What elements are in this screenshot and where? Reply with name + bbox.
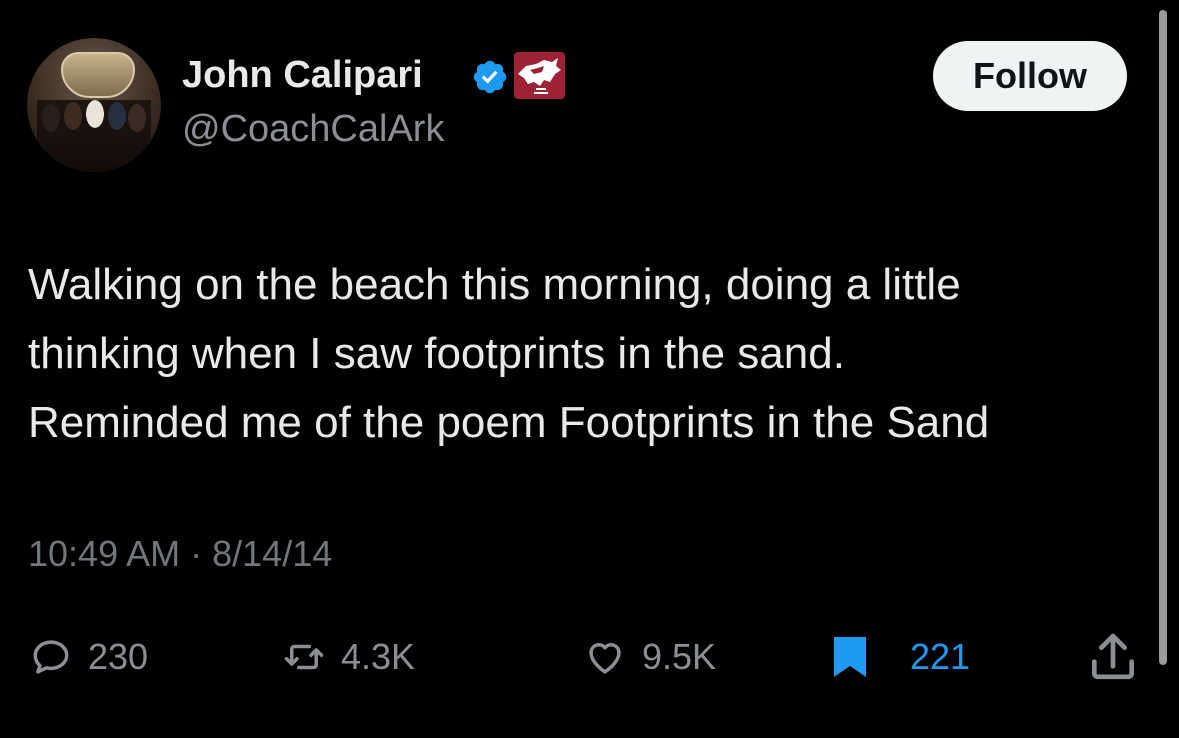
tweet-date: 8/14/14 [212, 533, 333, 574]
bookmark-icon [834, 637, 866, 677]
tweet-timestamp[interactable]: 10:49 AM · 8/14/14 [28, 533, 332, 575]
reply-count: 230 [88, 636, 149, 677]
avatar-people [37, 100, 151, 172]
bookmark-button[interactable]: 221 [826, 622, 970, 692]
tweet-time: 10:49 AM [28, 533, 181, 574]
like-button[interactable]: 9.5K [584, 622, 716, 692]
retweet-icon [284, 644, 324, 670]
heart-icon [589, 643, 621, 674]
affiliate-badge[interactable] [514, 52, 565, 99]
share-button[interactable] [1085, 622, 1141, 692]
avatar-banner [61, 52, 135, 98]
razorback-logo-icon [518, 58, 561, 94]
reply-button[interactable]: 230 [30, 622, 148, 692]
retweet-count: 4.3K [341, 636, 416, 677]
tweet-text-line: thinking when I saw footprints in the sa… [28, 329, 845, 378]
scrollbar[interactable] [1159, 10, 1167, 665]
follow-button[interactable]: Follow [933, 41, 1127, 111]
reply-icon [33, 640, 69, 674]
verified-badge-icon [473, 60, 507, 94]
tweet-text-line: Walking on the beach this morning, doing… [28, 260, 961, 309]
display-name[interactable]: John Calipari [182, 54, 423, 97]
meta-separator: · [190, 533, 203, 574]
like-count: 9.5K [642, 636, 717, 677]
handle[interactable]: @CoachCalArk [182, 108, 444, 151]
retweet-button[interactable]: 4.3K [283, 622, 415, 692]
avatar[interactable] [27, 38, 161, 172]
tweet-text: Walking on the beach this morning, doing… [28, 250, 1158, 457]
tweet-text-line: Reminded me of the poem Footprints in th… [28, 398, 990, 447]
bookmark-count: 221 [910, 636, 971, 677]
share-icon [1092, 633, 1134, 680]
